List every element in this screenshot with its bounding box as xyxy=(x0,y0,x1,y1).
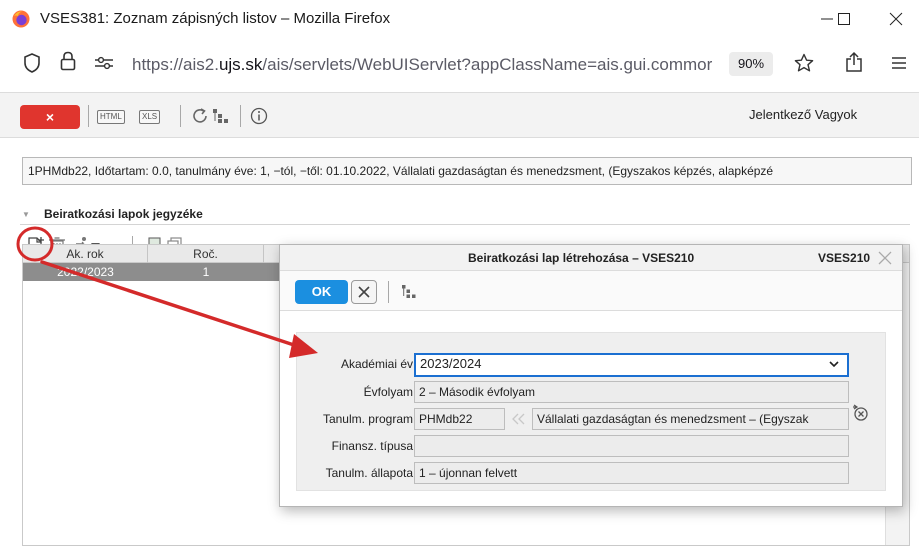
toolbar-divider xyxy=(88,105,89,127)
close-window-icon xyxy=(889,12,903,26)
toolbar-divider xyxy=(240,105,241,127)
financing-type-label: Finansz. típusa xyxy=(331,439,413,453)
close-icon[interactable] xyxy=(877,250,893,266)
table-row[interactable]: 2022/2023 1 xyxy=(23,263,281,281)
section-divider xyxy=(20,224,910,225)
cancel-icon xyxy=(358,286,370,298)
hierarchy-icon[interactable] xyxy=(212,108,230,124)
zoom-indicator[interactable]: 90% xyxy=(729,52,773,76)
academic-year-label: Akadémiai év xyxy=(340,357,413,371)
close-app-button[interactable]: × xyxy=(20,105,80,129)
share-icon[interactable] xyxy=(845,51,863,73)
xls-export-button[interactable]: XLS xyxy=(139,110,161,124)
maximize-button[interactable] xyxy=(821,4,867,34)
study-program-code-field: PHMdb22 xyxy=(414,408,505,430)
cancel-button[interactable] xyxy=(351,280,377,304)
menu-icon[interactable] xyxy=(891,56,907,70)
lookup-icon[interactable] xyxy=(511,413,527,425)
url-field[interactable]: https://ais2.ujs.sk/ais/servlets/WebUISe… xyxy=(132,55,720,75)
section-title: Beiratkozási lapok jegyzéke xyxy=(44,207,203,221)
study-program-label: Tanulm. program xyxy=(322,412,413,426)
cell-academic-year: 2022/2023 xyxy=(57,265,114,279)
dialog-form: Akadémiai év 2023/2024 Évfolyam 2 – Máso… xyxy=(296,332,886,491)
dropdown-chevron-icon[interactable] xyxy=(828,358,840,370)
lock-icon[interactable] xyxy=(60,51,76,71)
dialog-titlebar: Beiratkozási lap létrehozása – VSES210 V… xyxy=(280,245,902,271)
ok-button[interactable]: OK xyxy=(295,280,348,304)
refresh-icon[interactable] xyxy=(191,107,209,125)
study-status-label: Tanulm. állapota xyxy=(325,466,413,480)
maximize-icon xyxy=(838,13,850,25)
dialog-title: Beiratkozási lap létrehozása – VSES210 xyxy=(468,251,695,265)
column-header-academic-year[interactable]: Ak. rok xyxy=(23,245,148,263)
window-close-button[interactable] xyxy=(873,4,919,34)
clear-icon[interactable] xyxy=(850,403,870,423)
study-program-name-field: Vállalati gazdaságtan és menedzsment – (… xyxy=(532,408,849,430)
window-title: VSES381: Zoznam zápisných listov – Mozil… xyxy=(40,10,391,27)
html-export-button[interactable]: HTML xyxy=(97,110,125,124)
academic-year-select[interactable]: 2023/2024 xyxy=(414,353,849,377)
study-status-field: 1 – újonnan felvett xyxy=(414,462,849,484)
column-header-year[interactable]: Roč. xyxy=(148,245,264,263)
dialog-code: VSES210 xyxy=(818,251,871,265)
user-name[interactable]: Jelentkező Vagyok xyxy=(749,107,857,122)
address-bar: https://ais2.ujs.sk/ais/servlets/WebUISe… xyxy=(0,38,919,88)
toolbar-divider xyxy=(180,105,181,127)
collapse-toggle-icon[interactable]: ▼ xyxy=(22,210,30,219)
hierarchy-icon[interactable] xyxy=(401,284,417,299)
study-info-strip: 1PHMdb22, Időtartam: 0.0, tanulmány éve:… xyxy=(22,157,912,185)
financing-type-field xyxy=(414,435,849,457)
permissions-icon[interactable] xyxy=(94,56,114,70)
create-enrollment-dialog: Beiratkozási lap létrehozása – VSES210 V… xyxy=(279,244,903,507)
grade-field: 2 – Második évfolyam xyxy=(414,381,849,403)
info-icon[interactable] xyxy=(250,107,268,125)
academic-year-value: 2023/2024 xyxy=(420,356,482,371)
cell-year: 1 xyxy=(202,265,210,279)
shield-icon[interactable] xyxy=(24,53,40,73)
dialog-toolbar: OK xyxy=(280,271,902,311)
star-icon[interactable] xyxy=(794,53,814,73)
toolbar-divider xyxy=(388,281,389,303)
firefox-logo-icon xyxy=(12,10,30,28)
window-titlebar: VSES381: Zoznam zápisných listov – Mozil… xyxy=(0,0,919,38)
grade-label: Évfolyam xyxy=(363,385,413,399)
